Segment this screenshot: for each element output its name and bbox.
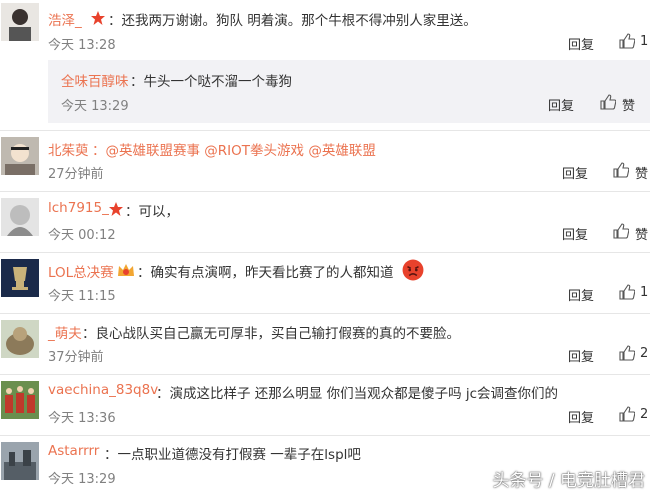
- comment-time: 今天 13:29: [61, 99, 129, 114]
- comment-time: 今天 11:15: [48, 289, 116, 304]
- reply-button[interactable]: 回复: [568, 407, 594, 426]
- reply-button[interactable]: 回复: [568, 34, 594, 53]
- thumbs-up-icon[interactable]: [619, 345, 635, 361]
- commenter-name[interactable]: vaechina_83q8v: [48, 382, 158, 398]
- thumbs-up-icon[interactable]: [613, 223, 629, 239]
- avatar[interactable]: [1, 442, 39, 480]
- comment-item: lch7915_ ：可以， 今天 00:12 回复 赞: [0, 192, 650, 252]
- comment-text: ：可以，: [125, 204, 179, 220]
- comment-text: ：良心战队买自己赢无可厚非，买自己输打假赛的真的不要脸。: [82, 326, 460, 342]
- comment-text: ：演成这比样子 还那么明显 你们当观众都是傻子吗 jc会调查你们的: [156, 386, 559, 402]
- like-label[interactable]: 赞: [622, 95, 635, 114]
- commenter-name[interactable]: lch7915_: [48, 200, 109, 216]
- comment-item: _萌夫 ：良心战队买自己赢无可厚非，买自己输打假赛的真的不要脸。 37分钟前 回…: [0, 314, 650, 374]
- comment-time: 27分钟前: [48, 167, 104, 182]
- avatar[interactable]: [1, 259, 39, 297]
- comment-item: 北茱萸 ：@英雄联盟赛事 @RIOT拳头游戏 @英雄联盟 27分钟前 回复 赞: [0, 131, 650, 191]
- comment-time: 今天 13:28: [48, 38, 116, 53]
- comment-item: vaechina_83q8v ：演成这比样子 还那么明显 你们当观众都是傻子吗 …: [0, 375, 650, 435]
- commenter-name[interactable]: _萌夫: [48, 322, 82, 342]
- commenter-name[interactable]: 北茱萸: [48, 139, 89, 159]
- reply-button[interactable]: 回复: [548, 95, 574, 114]
- reply-button[interactable]: 回复: [562, 224, 588, 243]
- reply-thread: 全味百醇味 ：牛头一个哒不溜一个毒狗 今天 13:29 回复 赞: [48, 60, 650, 123]
- comment-time: 今天 00:12: [48, 228, 116, 243]
- comment-text: ：还我两万谢谢。狗队 明着演。那个牛根不得冲别人家里送。: [108, 13, 477, 29]
- avatar[interactable]: [1, 320, 39, 358]
- commenter-name[interactable]: Astarrrr: [48, 443, 99, 459]
- reply-button[interactable]: 回复: [568, 346, 594, 365]
- comment-time: 37分钟前: [48, 350, 104, 365]
- like-count: 2: [640, 346, 649, 361]
- avatar[interactable]: [1, 381, 39, 419]
- commenter-name[interactable]: LOL总决赛: [48, 261, 114, 281]
- comment-time: 今天 13:29: [48, 472, 116, 487]
- comment-text: ：确实有点演啊，昨天看比赛了的人都知道: [137, 265, 394, 281]
- comment-item: LOL总决赛 ：确实有点演啊，昨天看比赛了的人都知道 今天 11:15 回复 1: [0, 253, 650, 313]
- reply-button[interactable]: 回复: [562, 163, 588, 182]
- avatar[interactable]: [1, 198, 39, 236]
- commenter-name[interactable]: 全味百醇味: [61, 70, 129, 90]
- angry-face-icon: [402, 259, 424, 281]
- verified-star-icon: [109, 202, 123, 216]
- like-count: 1: [640, 34, 649, 49]
- like-label[interactable]: 赞: [635, 163, 648, 182]
- thumbs-up-icon[interactable]: [619, 406, 635, 422]
- like-count: 1: [640, 285, 649, 300]
- watermark: 头条号 / 电竞肚槽君: [492, 471, 645, 491]
- comment-text: ：一点职业道德没有打假赛 一辈子在lspl吧: [104, 447, 361, 463]
- reply-button[interactable]: 回复: [568, 285, 594, 304]
- like-label[interactable]: 赞: [635, 224, 648, 243]
- commenter-name[interactable]: 浩泽_: [48, 9, 82, 29]
- comment-item: 浩泽_ ：还我两万谢谢。狗队 明着演。那个牛根不得冲别人家里送。 今天 13:2…: [0, 0, 650, 60]
- thumbs-up-icon[interactable]: [619, 284, 635, 300]
- avatar[interactable]: [1, 137, 39, 175]
- comment-text: ：@英雄联盟赛事 @RIOT拳头游戏 @英雄联盟: [92, 143, 376, 159]
- thumbs-up-icon[interactable]: [613, 162, 629, 178]
- like-count: 2: [640, 407, 649, 422]
- comment-time: 今天 13:36: [48, 411, 116, 426]
- thumbs-up-icon[interactable]: [619, 33, 635, 49]
- thumbs-up-icon[interactable]: [600, 94, 616, 110]
- comment-text: ：牛头一个哒不溜一个毒狗: [130, 74, 292, 90]
- crown-badge-icon: [118, 264, 134, 276]
- verified-star-icon: [91, 11, 105, 25]
- avatar[interactable]: [1, 3, 39, 41]
